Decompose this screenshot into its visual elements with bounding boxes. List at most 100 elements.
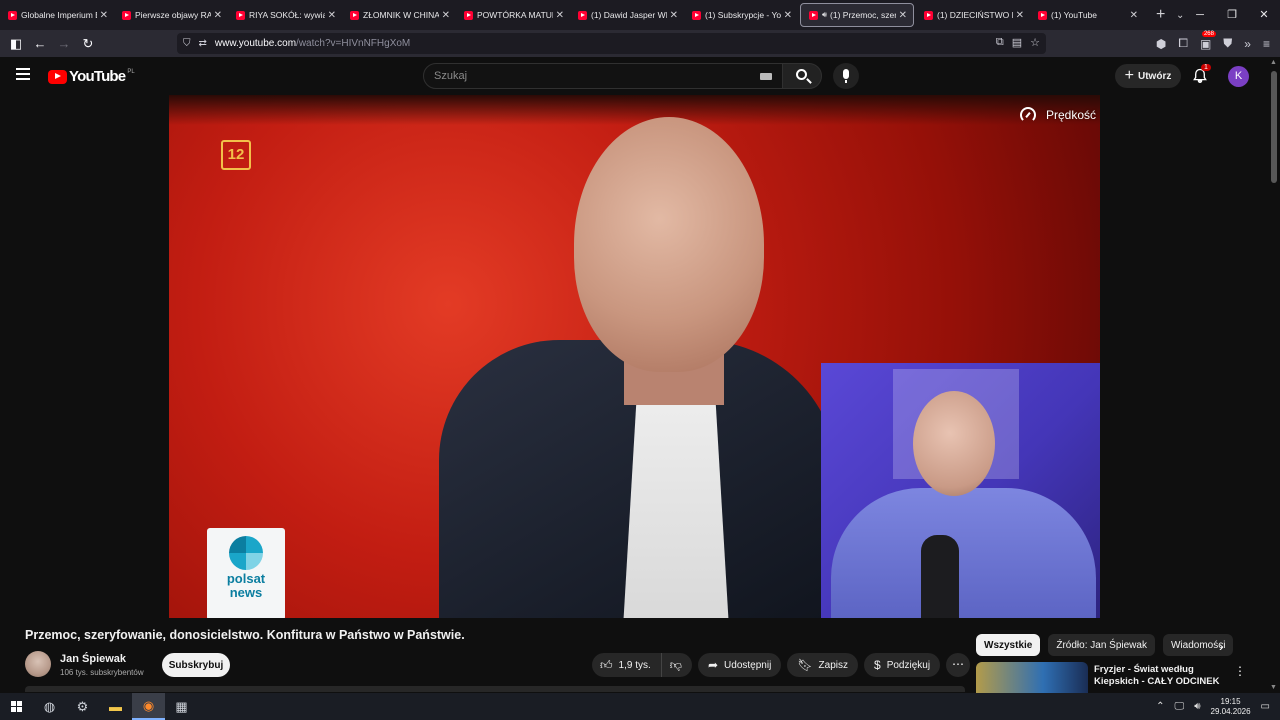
youtube-favicon-icon <box>578 10 587 20</box>
browser-tab[interactable]: POWTÓRKA MATURA✕ <box>456 0 570 30</box>
voice-search-button[interactable] <box>833 63 859 89</box>
close-tab-icon[interactable]: ✕ <box>899 10 907 21</box>
browser-tab[interactable]: 🔊︎ (1) Przemoc, szer ✕ <box>800 3 914 27</box>
notifications-button[interactable]: 1 <box>1192 64 1211 83</box>
share-button[interactable]: ➦ Udostępnij <box>697 653 782 677</box>
volume-icon[interactable]: 🔊︎ <box>1194 701 1200 712</box>
steam-icon[interactable]: ⚙ <box>66 693 99 720</box>
start-button[interactable] <box>0 693 33 720</box>
avatar[interactable]: K <box>1228 66 1249 87</box>
search-input[interactable] <box>434 70 734 82</box>
thumbs-up-icon: 👍︎ <box>600 657 613 672</box>
globe-app-icon[interactable]: ◍ <box>33 693 66 720</box>
speaker-icon[interactable]: 🔊︎ <box>822 10 827 20</box>
close-tab-icon[interactable]: ✕ <box>100 10 108 21</box>
recommendation-item[interactable]: Fryzjer - Świat według Kiepskich - CAŁY … <box>976 662 1266 694</box>
close-tab-icon[interactable]: ✕ <box>1130 10 1138 21</box>
minimize-button[interactable]: ─ <box>1184 0 1216 30</box>
firefox-icon[interactable]: ◉ <box>132 693 165 720</box>
permissions-icon[interactable]: ⇄ <box>199 38 207 49</box>
calculator-icon[interactable]: ▦ <box>165 693 198 720</box>
close-tab-icon[interactable]: ✕ <box>1016 10 1024 21</box>
browser-tab[interactable]: (1) DZIECIŃSTWO NA✕ <box>916 0 1030 30</box>
dislike-button[interactable]: 👎︎ <box>662 653 692 677</box>
keyboard-icon[interactable] <box>760 73 772 80</box>
polsat-news-mark <box>229 536 263 570</box>
youtube-play-icon <box>48 69 67 84</box>
adblock-extension-icon[interactable]: ▣ 268 <box>1200 30 1216 51</box>
tab-title: (1) DZIECIŃSTWO NA <box>937 10 1013 20</box>
chevron-right-icon[interactable]: › <box>1219 638 1224 654</box>
browser-tab[interactable]: Globalne Imperium E ✕ <box>0 0 114 30</box>
save-button[interactable]: 🔖︎ Zapisz <box>787 653 858 677</box>
hamburger-menu-icon[interactable] <box>16 68 30 80</box>
scroll-down-icon[interactable]: ▼ <box>1270 684 1277 691</box>
tray-overflow-icon[interactable]: ⌃ <box>1156 701 1164 712</box>
overflow-chevrons-icon[interactable]: » <box>1244 37 1251 51</box>
recommendation-thumbnail[interactable] <box>976 662 1088 694</box>
back-button[interactable]: ← <box>28 36 52 51</box>
forward-button[interactable]: → <box>52 36 76 51</box>
tab-title: Globalne Imperium E <box>21 10 97 20</box>
close-window-button[interactable]: ✕ <box>1248 0 1280 30</box>
close-tab-icon[interactable]: ✕ <box>442 10 450 21</box>
filter-chip[interactable]: Źródło: Jan Śpiewak <box>1048 634 1155 656</box>
subscribe-button[interactable]: Subskrybuj <box>162 653 230 677</box>
file-explorer-icon[interactable]: ▬ <box>99 693 132 720</box>
channel-avatar[interactable] <box>25 651 51 677</box>
description-box[interactable] <box>25 686 965 692</box>
notifications-tray-icon[interactable]: ▭ <box>1261 701 1270 712</box>
browser-tab[interactable]: ZŁOMNIK W CHINAC ✕ <box>342 0 456 30</box>
browser-tab[interactable]: Pierwsze objawy RAK ✕ <box>114 0 228 30</box>
plus-icon[interactable]: + <box>1156 6 1170 24</box>
recommendation-title[interactable]: Fryzjer - Świat według Kiepskich - CAŁY … <box>1094 664 1222 694</box>
browser-tab[interactable]: RIYA SOKÓŁ: wywiad ✕ <box>228 0 342 30</box>
channel-bug-logo: 12 <box>221 140 251 170</box>
app-menu-icon[interactable]: ≡ <box>1263 37 1270 51</box>
like-dislike-group: 👍︎ 1,9 tys. 👎︎ <box>592 653 692 677</box>
browser-tab[interactable]: (1) Dawid Jasper WIZ ✕ <box>570 0 684 30</box>
close-tab-icon[interactable]: ✕ <box>556 10 564 21</box>
reload-button[interactable]: ↻ <box>76 36 100 52</box>
browser-tab[interactable]: (1) Subskrypcje - You ✕ <box>684 0 798 30</box>
vpn-extension-icon[interactable]: ⬢ <box>1156 37 1166 51</box>
reader-view-icon[interactable]: ▤ <box>1012 36 1022 49</box>
youtube-logo[interactable]: YouTube PL <box>48 68 135 85</box>
close-tab-icon[interactable]: ✕ <box>214 10 222 21</box>
search-button[interactable] <box>782 63 822 89</box>
youtube-header: YouTube PL + Utwórz 1 K <box>0 57 1268 95</box>
address-bar[interactable]: ⛉ ⇄ www.youtube.com/watch?v=HIVnNFHgXoM … <box>177 33 1046 54</box>
maximize-button[interactable]: ❐ <box>1216 0 1248 30</box>
webcam-overlay <box>821 363 1100 618</box>
close-tab-icon[interactable]: ✕ <box>670 10 678 21</box>
network-icon[interactable]: 🖵︎ <box>1175 701 1185 712</box>
scrollbar-thumb[interactable] <box>1271 71 1277 183</box>
privacy-extension-icon[interactable]: ⛊ <box>1223 36 1232 51</box>
windows-logo-icon <box>11 701 22 712</box>
close-tab-icon[interactable]: ✕ <box>784 10 792 21</box>
close-tab-icon[interactable]: ✕ <box>328 10 336 21</box>
tab-title: (1) Przemoc, szer <box>830 10 896 20</box>
page-scrollbar[interactable]: ▲ ▼ <box>1268 57 1280 693</box>
extensions-puzzle-icon[interactable]: ⧠ <box>1178 36 1188 51</box>
shield-icon[interactable]: ⛉ <box>183 38 191 49</box>
kebab-menu-icon[interactable]: ⋮ <box>1234 664 1246 678</box>
bookmark-star-icon[interactable]: ☆ <box>1030 36 1040 49</box>
sidebar-toggle-icon[interactable]: ◧ <box>4 36 28 52</box>
picture-in-picture-icon[interactable]: ⧉ <box>996 36 1004 49</box>
logo-wordmark: YouTube <box>69 68 126 85</box>
channel-name[interactable]: Jan Śpiewak <box>60 653 126 665</box>
thanks-label: Podziękuj <box>886 659 931 671</box>
like-button[interactable]: 👍︎ 1,9 tys. <box>592 653 662 677</box>
tab-title: ZŁOMNIK W CHINAC <box>363 10 439 20</box>
video-player[interactable]: 12 Prędkość polsat news <box>169 95 1100 618</box>
create-button[interactable]: + Utwórz <box>1115 64 1181 88</box>
filter-chip[interactable]: Wszystkie <box>976 634 1041 656</box>
thanks-button[interactable]: $ Podziękuj <box>864 653 941 677</box>
scroll-up-icon[interactable]: ▲ <box>1270 59 1277 66</box>
video-title: Przemoc, szeryfowanie, donosicielstwo. K… <box>25 628 465 642</box>
more-actions-button[interactable]: ⋯ <box>946 653 971 677</box>
speedometer-icon <box>1019 107 1036 123</box>
browser-tab[interactable]: (1) YouTube ✕ <box>1030 0 1144 30</box>
clock[interactable]: 19:15 29.04.2026 <box>1211 697 1251 717</box>
